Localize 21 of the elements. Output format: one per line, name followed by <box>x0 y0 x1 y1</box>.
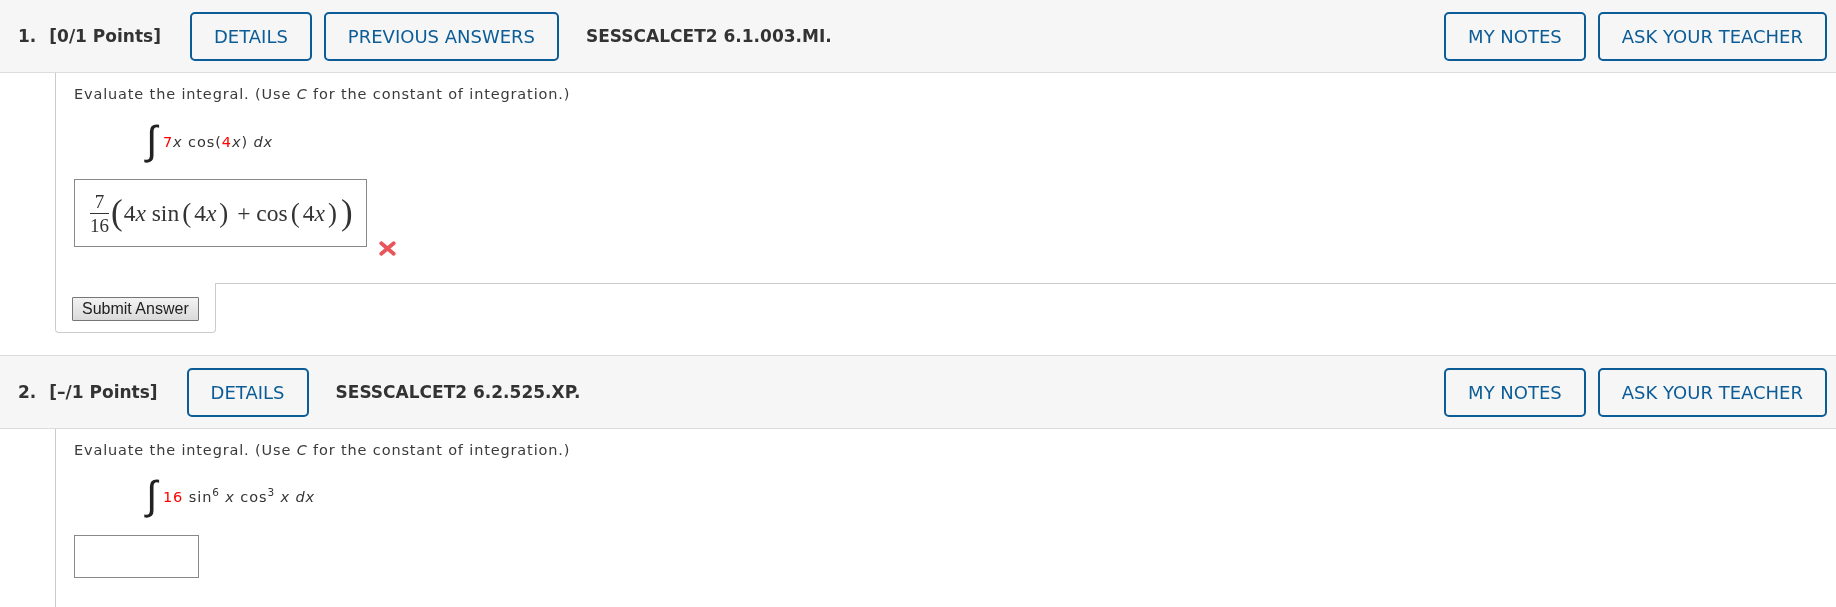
question-prompt: Evaluate the integral. (Use C for the constant of integration.) <box>74 85 571 103</box>
question-number: 1. <box>18 26 37 46</box>
integrand-expression: 16 sin$^{6}$ x cos$^{3}$ x dx <box>162 485 316 505</box>
question-code: SESSCALCET2 6.1.003.MI. <box>586 26 832 46</box>
ask-teacher-button[interactable]: ASK YOUR TEACHER <box>1597 11 1827 61</box>
integral-sign: ∫ <box>146 471 157 520</box>
submit-answer-button[interactable]: Submit Answer <box>72 297 199 321</box>
points-label: [0/1 Points] <box>49 26 161 46</box>
question-prompt: Evaluate the integral. (Use C for the constant of integration.) <box>74 441 571 459</box>
previous-answers-button[interactable]: PREVIOUS ANSWERS <box>323 11 559 61</box>
points-label: [–/1 Points] <box>49 382 158 402</box>
my-notes-button[interactable]: MY NOTES <box>1444 11 1586 61</box>
question-number: 2. <box>18 382 37 402</box>
ask-teacher-button[interactable]: ASK YOUR TEACHER <box>1597 367 1827 417</box>
details-button[interactable]: DETAILS <box>189 11 312 61</box>
integrand-expression: 7x cos(4x) dx <box>162 133 274 150</box>
answer-field[interactable] <box>74 535 199 578</box>
details-button[interactable]: DETAILS <box>186 367 309 417</box>
question-code: SESSCALCET2 6.2.525.XP. <box>335 382 581 402</box>
my-notes-button[interactable]: MY NOTES <box>1444 367 1586 417</box>
integral-sign: ∫ <box>146 116 157 165</box>
